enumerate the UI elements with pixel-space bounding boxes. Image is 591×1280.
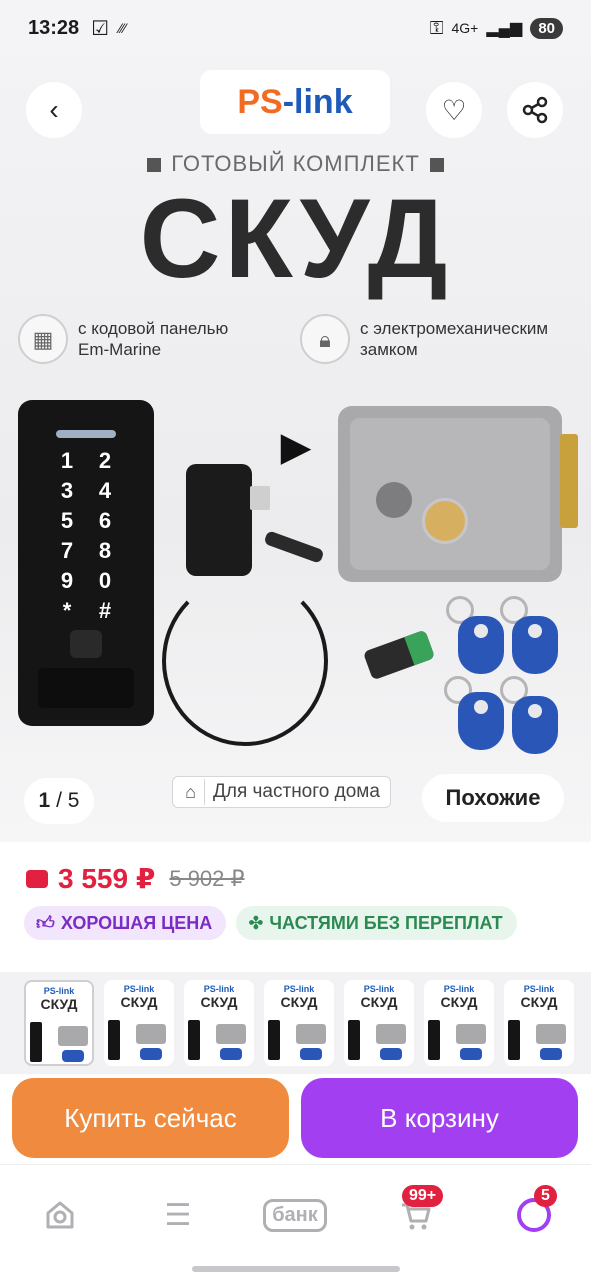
add-to-cart-button[interactable]: В корзину: [301, 1078, 578, 1158]
nav-home[interactable]: [32, 1193, 88, 1237]
home-indicator[interactable]: [192, 1266, 400, 1272]
back-button[interactable]: ‹: [26, 82, 82, 138]
keypad-key: 4: [98, 478, 112, 503]
thumbnail-strip: PS-link СКУД PS-link СКУД PS-link СКУД PS-link…: [0, 972, 591, 1074]
gallery-thumbnail[interactable]: PS-link СКУД: [184, 980, 254, 1066]
menu-icon: ☰: [164, 1198, 192, 1232]
home-search-icon: [46, 1201, 74, 1229]
signal-notification-icon: ⁄⁄⁄: [119, 20, 127, 36]
notification-icons: ☑ ⁄⁄⁄: [91, 16, 126, 41]
price-row: 3 559 ₽ 5 902 ₽: [26, 862, 245, 895]
thumbs-up-icon: 👍︎: [36, 913, 55, 933]
heart-icon: ♡: [441, 94, 467, 126]
thumbnail-title: СКУД: [40, 996, 78, 1012]
lock-icon: 🔒︎: [300, 314, 350, 364]
gallery-thumbnail[interactable]: PS-link СКУД: [24, 980, 94, 1066]
purchase-actions: Купить сейчас В корзину: [0, 1074, 591, 1164]
play-icon: ▶: [280, 425, 312, 469]
keypad-device-image: 1 2 3 4 5 6 7 8 9 0 * #: [18, 400, 154, 726]
feature-lock: 🔒︎ с электромеханическим замком: [300, 314, 548, 364]
status-time: 13:28: [28, 16, 80, 39]
gallery-thumbnail[interactable]: PS-link СКУД: [344, 980, 414, 1066]
house-icon: ⌂: [177, 779, 205, 805]
private-house-chip[interactable]: ⌂ Для частного дома: [172, 776, 391, 808]
power-adapter-image: [186, 464, 252, 576]
keypad-key: 9: [60, 568, 74, 593]
brand-logo: PS -link: [200, 70, 390, 134]
dc-connector-image: [362, 629, 436, 681]
thumbnail-list: PS-link СКУД PS-link СКУД PS-link СКУД PS-link…: [24, 980, 574, 1066]
keypad-key: *: [62, 598, 72, 623]
bottom-navigation: ☰ банк 99+ 5: [0, 1164, 591, 1280]
rfid-tag-image: [512, 616, 558, 674]
thumbnail-title: СКУД: [200, 994, 238, 1010]
electromechanical-lock-image: [338, 406, 562, 582]
keypad-keys: 1 2 3 4 5 6 7 8 9 0 * #: [48, 448, 124, 626]
rfid-tag-image: [458, 692, 504, 750]
share-button[interactable]: [507, 82, 563, 138]
similar-button[interactable]: Похожие: [422, 774, 564, 822]
keypad-key: 0: [98, 568, 112, 593]
keypad-key: 6: [98, 508, 112, 533]
gallery-top-bar: ‹ PS -link ♡: [0, 70, 591, 150]
installments-badge[interactable]: ✤ ЧАСТЯМИ БЕЗ ПЕРЕПЛАТ: [236, 906, 517, 940]
keypad-key: 8: [98, 538, 112, 563]
share-icon: [522, 96, 548, 124]
feature-keypad: ▦ с кодовой панелью Em-Marine: [18, 314, 228, 364]
status-bar: 13:28 ☑ ⁄⁄⁄ ⚿ 4G+ ▂▄▆ 80: [0, 0, 591, 56]
gallery-thumbnail[interactable]: PS-link СКУД: [504, 980, 574, 1066]
signal-icon: ▂▄▆: [486, 20, 523, 37]
rfid-tag-image: [512, 696, 558, 754]
keypad-key: 7: [60, 538, 74, 563]
old-price: 5 902 ₽: [169, 865, 245, 891]
gallery-counter: 1 / 5: [24, 778, 94, 824]
clover-icon: ✤: [248, 912, 264, 933]
thumbnail-brand: PS-link: [123, 984, 155, 994]
keypad-key: 2: [98, 448, 112, 473]
cart-count-badge: 99+: [402, 1185, 444, 1207]
bank-label: банк: [263, 1198, 327, 1232]
gallery-thumbnail[interactable]: PS-link СКУД: [104, 980, 174, 1066]
gallery-thumbnail[interactable]: PS-link СКУД: [424, 980, 494, 1066]
thumbnail-brand: PS-link: [443, 984, 475, 994]
play-video-button[interactable]: ▶: [270, 421, 322, 473]
nav-bank[interactable]: банк: [254, 1193, 336, 1237]
thumbnail-title: СКУД: [120, 994, 158, 1010]
adapter-cable-image: [162, 576, 328, 746]
chevron-left-icon: ‹: [49, 94, 59, 125]
thumbnail-brand: PS-link: [523, 984, 555, 994]
bell-icon: [70, 630, 102, 658]
keypad-icon: ▦: [18, 314, 68, 364]
thumbnail-title: СКУД: [280, 994, 318, 1010]
thumbnail-title: СКУД: [520, 994, 558, 1010]
thumbnail-brand: PS-link: [363, 984, 395, 994]
product-hero-title: СКУД: [139, 176, 452, 301]
status-right: ⚿ 4G+ ▂▄▆ 80: [429, 17, 563, 39]
wallet-icon: [26, 869, 48, 888]
rfid-tag-image: [458, 616, 504, 674]
keypad-key: #: [98, 598, 112, 623]
checkbox-notification-icon: ☑: [91, 17, 110, 40]
battery-indicator: 80: [530, 17, 563, 39]
price-block: 3 559 ₽ 5 902 ₽ 👍︎ ХОРОШАЯ ЦЕНА ✤ ЧАСТЯМ…: [0, 842, 591, 972]
thumbnail-title: СКУД: [360, 994, 398, 1010]
price-badges: 👍︎ ХОРОШАЯ ЦЕНА ✤ ЧАСТЯМИ БЕЗ ПЕРЕПЛАТ: [24, 906, 517, 940]
thumbnail-brand: PS-link: [283, 984, 315, 994]
thumbnail-title: СКУД: [440, 994, 478, 1010]
favorite-button[interactable]: ♡: [426, 82, 482, 138]
keypad-key: 5: [60, 508, 74, 533]
keypad-key: 1: [60, 448, 74, 473]
thumbnail-brand: PS-link: [203, 984, 235, 994]
keypad-key: 3: [60, 478, 74, 503]
key-icon: ⚿: [429, 17, 444, 38]
current-price: 3 559 ₽: [58, 863, 156, 894]
buy-now-button[interactable]: Купить сейчас: [12, 1078, 289, 1158]
profile-notification-badge: 5: [534, 1185, 557, 1207]
network-type: 4G+: [451, 20, 479, 36]
good-price-badge[interactable]: 👍︎ ХОРОШАЯ ЦЕНА: [24, 906, 227, 940]
gallery-thumbnail[interactable]: PS-link СКУД: [264, 980, 334, 1066]
thumbnail-brand: PS-link: [43, 986, 75, 996]
nav-catalog[interactable]: ☰: [150, 1193, 206, 1237]
product-gallery[interactable]: ‹ PS -link ♡ ГОТОВЫЙ КОМПЛЕКТ СКУД ▦ с ко…: [0, 56, 591, 842]
